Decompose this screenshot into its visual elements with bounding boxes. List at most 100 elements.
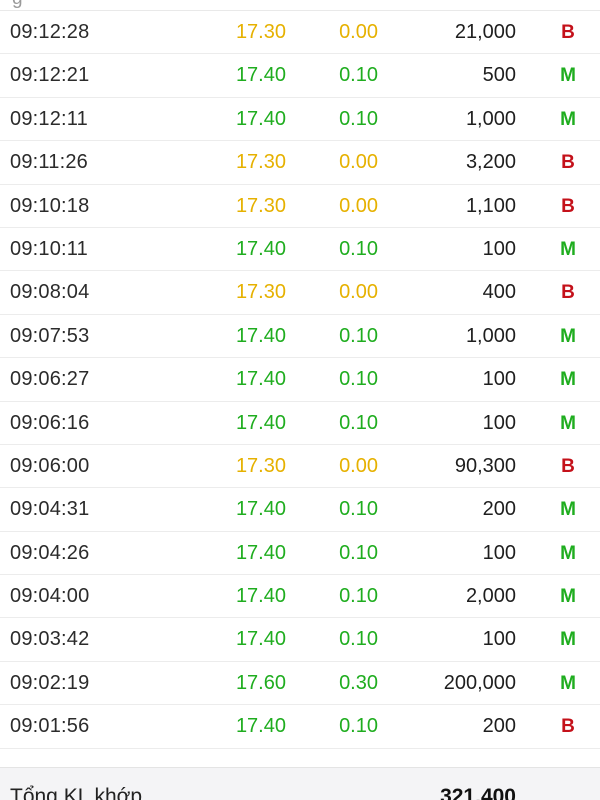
trade-side: M xyxy=(560,499,576,521)
trade-row[interactable]: 09:07:53 17.40 0.10 1,000 M xyxy=(0,315,600,359)
trade-row[interactable]: 09:10:18 17.30 0.00 1,100 B xyxy=(0,185,600,228)
trade-price: 17.40 xyxy=(235,715,286,738)
trade-volume: 1,000 xyxy=(465,107,516,130)
trade-time: 09:04:00 xyxy=(10,585,90,608)
trade-price: 17.40 xyxy=(235,411,286,434)
trade-volume: 100 xyxy=(482,411,516,434)
trade-side: B xyxy=(561,195,575,217)
trade-price: 17.40 xyxy=(235,541,286,564)
trade-row[interactable]: 09:08:04 17.30 0.00 400 B xyxy=(0,271,600,315)
trade-price: 17.40 xyxy=(235,368,286,391)
trade-row[interactable]: 09:12:11 17.40 0.10 1,000 M xyxy=(0,98,600,142)
trade-volume: 100 xyxy=(482,237,516,260)
trade-time: 09:12:21 xyxy=(10,64,90,87)
clipped-header-text: g xyxy=(12,0,23,9)
total-volume-value: 321,400 xyxy=(440,785,516,800)
trade-volume: 90,300 xyxy=(454,454,516,477)
trade-row[interactable]: 09:03:42 17.40 0.10 100 M xyxy=(0,618,600,662)
trade-time: 09:02:19 xyxy=(10,671,90,694)
trade-side: B xyxy=(561,22,575,43)
trade-time: 09:12:28 xyxy=(10,21,90,43)
trade-time: 09:06:27 xyxy=(10,368,90,391)
trade-time: 09:06:16 xyxy=(10,411,90,434)
trade-row[interactable]: 09:12:21 17.40 0.10 500 M xyxy=(0,54,600,98)
trade-time: 09:06:00 xyxy=(10,454,90,477)
trade-side: M xyxy=(560,325,576,347)
trade-price: 17.40 xyxy=(235,498,286,521)
trade-volume: 100 xyxy=(482,628,516,651)
trade-side: M xyxy=(560,542,576,564)
trade-time: 09:10:11 xyxy=(10,237,88,260)
trade-row[interactable]: 09:11:26 17.30 0.00 3,200 B xyxy=(0,141,600,185)
trade-side: B xyxy=(561,282,575,304)
trade-volume: 2,000 xyxy=(465,585,516,608)
trade-row[interactable]: 09:06:00 17.30 0.00 90,300 B xyxy=(0,445,600,489)
trade-time: 09:11:26 xyxy=(10,151,88,174)
trade-change: 0.10 xyxy=(339,324,378,347)
trade-side: B xyxy=(561,152,575,174)
trade-side: M xyxy=(560,629,576,651)
total-volume-label: Tổng KL khớp xyxy=(10,785,143,800)
trade-volume: 21,000 xyxy=(454,21,516,43)
trade-list[interactable]: 09:12:28 17.30 0.00 21,000 B 09:12:21 17.40 0.1… xyxy=(0,11,600,749)
trade-volume: 200 xyxy=(482,498,516,521)
trade-time: 09:12:11 xyxy=(10,107,88,130)
trade-change: 0.00 xyxy=(339,194,378,217)
trade-volume: 400 xyxy=(482,281,516,304)
trade-change: 0.00 xyxy=(339,21,378,43)
trade-time: 09:04:31 xyxy=(10,498,90,521)
trade-change: 0.10 xyxy=(339,541,378,564)
trade-price: 17.40 xyxy=(235,324,286,347)
trade-side: M xyxy=(560,586,576,608)
trade-row[interactable]: 09:12:28 17.30 0.00 21,000 B xyxy=(0,11,600,55)
trade-side: M xyxy=(560,108,576,130)
trade-change: 0.00 xyxy=(339,151,378,174)
trade-side: M xyxy=(560,65,576,87)
trade-change: 0.10 xyxy=(339,237,378,260)
trade-row[interactable]: 09:04:00 17.40 0.10 2,000 M xyxy=(0,575,600,619)
trade-price: 17.40 xyxy=(235,585,286,608)
trade-volume: 1,000 xyxy=(465,324,516,347)
trade-volume: 3,200 xyxy=(465,151,516,174)
trade-price: 17.40 xyxy=(235,237,286,260)
trade-change: 0.10 xyxy=(339,715,378,738)
trade-row[interactable]: 09:01:56 17.40 0.10 200 B xyxy=(0,705,600,749)
trade-change: 0.30 xyxy=(339,671,378,694)
trade-time: 09:08:04 xyxy=(10,281,90,304)
trade-change: 0.00 xyxy=(339,281,378,304)
trade-time: 09:01:56 xyxy=(10,715,90,738)
trade-time: 09:04:26 xyxy=(10,541,90,564)
trade-volume: 1,100 xyxy=(465,194,516,217)
trade-side: M xyxy=(560,672,576,694)
trade-row[interactable]: 09:06:27 17.40 0.10 100 M xyxy=(0,358,600,402)
trade-change: 0.10 xyxy=(339,107,378,130)
trade-price: 17.30 xyxy=(235,454,286,477)
trade-time: 09:07:53 xyxy=(10,324,90,347)
trade-change: 0.10 xyxy=(339,585,378,608)
trade-volume: 200 xyxy=(482,715,516,738)
trade-price: 17.40 xyxy=(235,107,286,130)
trade-volume: 100 xyxy=(482,541,516,564)
trade-row[interactable]: 09:02:19 17.60 0.30 200,000 M xyxy=(0,662,600,706)
trade-change: 0.10 xyxy=(339,498,378,521)
trade-change: 0.10 xyxy=(339,368,378,391)
trade-volume: 200,000 xyxy=(443,671,516,694)
trade-row[interactable]: 09:06:16 17.40 0.10 100 M xyxy=(0,402,600,445)
trade-volume: 100 xyxy=(482,368,516,391)
trade-price: 17.30 xyxy=(235,21,286,43)
trade-price: 17.30 xyxy=(235,194,286,217)
trade-change: 0.00 xyxy=(339,454,378,477)
summary-footer: Tổng KL khớp 321,400 xyxy=(0,767,600,800)
trade-price: 17.30 xyxy=(235,151,286,174)
trade-row[interactable]: 09:04:26 17.40 0.10 100 M xyxy=(0,532,600,576)
trade-row[interactable]: 09:04:31 17.40 0.10 200 M xyxy=(0,488,600,532)
trade-side: M xyxy=(560,412,576,434)
trade-time: 09:10:18 xyxy=(10,194,90,217)
trade-change: 0.10 xyxy=(339,628,378,651)
trade-price: 17.40 xyxy=(235,64,286,87)
trade-change: 0.10 xyxy=(339,64,378,87)
trade-time: 09:03:42 xyxy=(10,628,90,651)
top-cut-edge: g xyxy=(0,0,600,11)
trade-side: B xyxy=(561,455,575,477)
trade-row[interactable]: 09:10:11 17.40 0.10 100 M xyxy=(0,228,600,272)
